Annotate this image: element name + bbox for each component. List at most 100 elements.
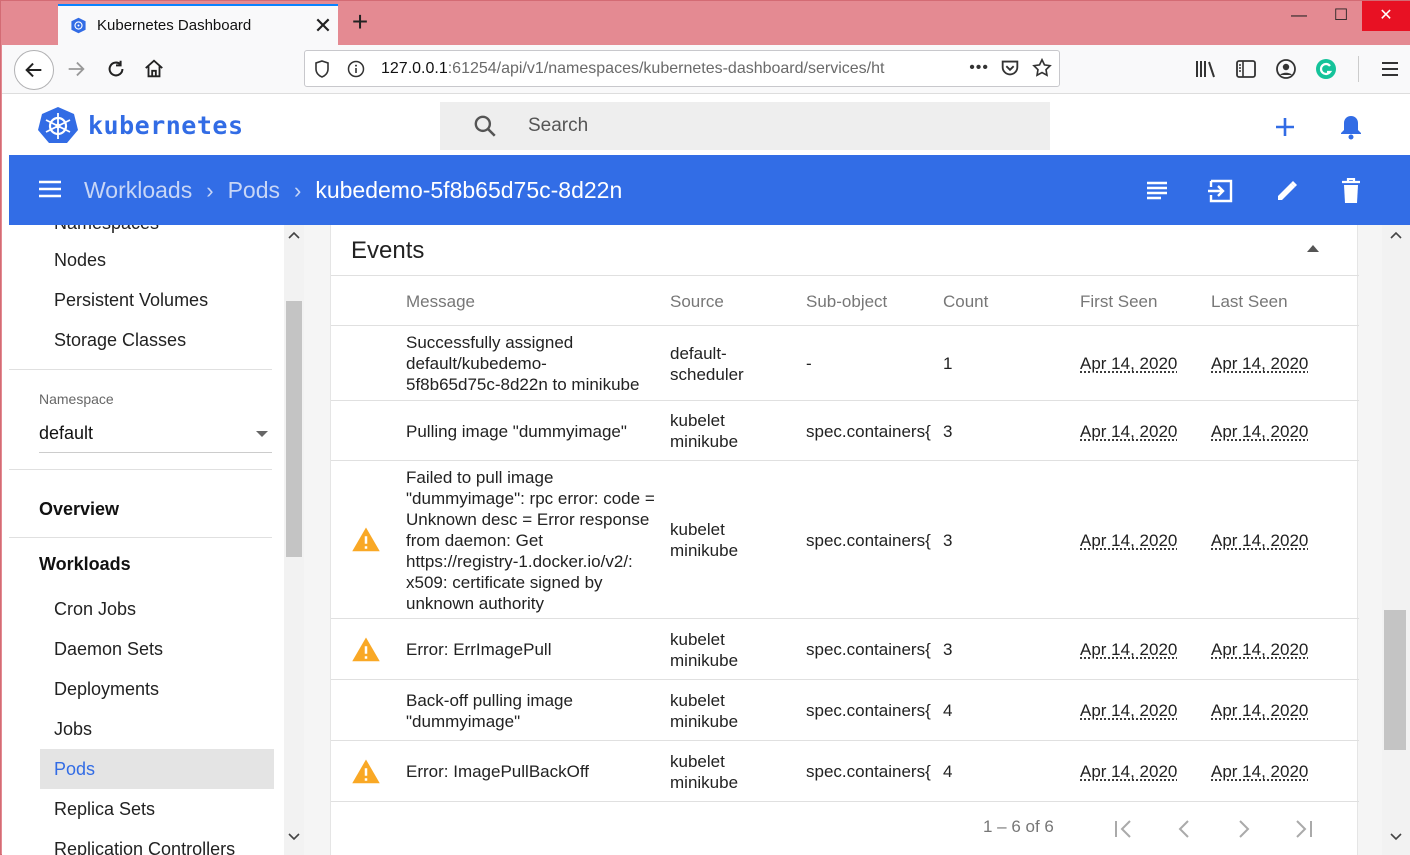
event-first-seen[interactable]: Apr 14, 2020	[1080, 421, 1177, 442]
notifications-button[interactable]	[1336, 112, 1366, 142]
event-last-seen[interactable]: Apr 14, 2020	[1211, 530, 1308, 551]
minimize-icon[interactable]: —	[1278, 1, 1320, 31]
search-box[interactable]	[440, 102, 1050, 150]
tab-close-icon[interactable]: ✕	[308, 14, 338, 37]
grammarly-icon[interactable]	[1306, 51, 1346, 87]
breadcrumb-workloads[interactable]: Workloads	[84, 177, 192, 204]
sidebar-item-replica-sets[interactable]: Replica Sets	[40, 789, 274, 829]
sidebar-item-nodes[interactable]: Nodes	[40, 240, 274, 280]
column-last-seen[interactable]: Last Seen	[1211, 292, 1288, 312]
scroll-up-icon[interactable]	[1388, 227, 1404, 243]
create-button[interactable]	[1270, 112, 1300, 142]
sidebar-scroll-thumb[interactable]	[286, 301, 302, 557]
warning-icon	[352, 759, 380, 783]
kubernetes-logo[interactable]: kubernetes	[38, 106, 244, 144]
event-source-line: minikube	[670, 541, 739, 560]
toolbar-separator	[1346, 51, 1370, 87]
sidebar-divider	[9, 369, 272, 370]
tracking-shield-icon[interactable]	[305, 59, 339, 78]
hamburger-menu-icon[interactable]	[1370, 51, 1410, 87]
first-page-icon[interactable]	[1110, 815, 1138, 843]
tab-title: Kubernetes Dashboard	[97, 17, 252, 34]
sidebar-item-overview[interactable]: Overview	[39, 499, 119, 520]
bookmark-star-icon[interactable]	[1031, 57, 1053, 79]
event-first-seen[interactable]: Apr 14, 2020	[1080, 353, 1177, 374]
event-message-line: Error: ErrImagePull	[406, 640, 552, 659]
last-page-icon[interactable]	[1289, 815, 1317, 843]
event-first-seen[interactable]: Apr 14, 2020	[1080, 530, 1177, 551]
previous-page-icon[interactable]	[1170, 815, 1198, 843]
url-text: 127.0.0.1:61254/api/v1/namespaces/kubern…	[381, 60, 921, 78]
next-page-icon[interactable]	[1230, 815, 1258, 843]
sidebar-item-replication-controllers[interactable]: Replication Controllers	[40, 829, 274, 855]
sidebar-item-storage-classes[interactable]: Storage Classes	[40, 320, 274, 360]
arrow-right-icon	[68, 61, 85, 77]
event-message-line: Successfully assigned	[406, 333, 574, 352]
event-sub-object: -	[806, 354, 812, 373]
table-row: Back-off pulling image "dummyimage" kubele…	[331, 680, 1359, 741]
search-input[interactable]	[528, 115, 1008, 137]
event-count: 1	[943, 354, 953, 373]
back-button[interactable]	[14, 50, 54, 90]
edit-button[interactable]	[1273, 177, 1301, 205]
event-last-seen[interactable]: Apr 14, 2020	[1211, 353, 1308, 374]
scroll-up-icon[interactable]	[286, 227, 302, 243]
event-count: 3	[943, 531, 953, 550]
event-source-line: kubelet	[670, 520, 725, 539]
window-close-icon[interactable]: ✕	[1362, 1, 1410, 31]
event-last-seen[interactable]: Apr 14, 2020	[1211, 761, 1308, 782]
event-last-seen[interactable]: Apr 14, 2020	[1211, 700, 1308, 721]
breadcrumb-pods[interactable]: Pods	[228, 177, 280, 204]
sidebar-divider	[9, 469, 272, 470]
site-info-icon[interactable]	[339, 60, 373, 78]
sidebar-scrollbar[interactable]	[284, 225, 304, 855]
library-icon[interactable]	[1186, 51, 1226, 87]
event-first-seen[interactable]: Apr 14, 2020	[1080, 700, 1177, 721]
sidebar-item-jobs[interactable]: Jobs	[40, 709, 274, 749]
namespace-select[interactable]: default	[39, 423, 272, 453]
sidebar-item-daemon-sets[interactable]: Daemon Sets	[40, 629, 274, 669]
page-title: kubedemo-5f8b65d75c-8d22n	[315, 177, 623, 203]
column-first-seen[interactable]: First Seen	[1080, 292, 1157, 312]
scroll-down-icon[interactable]	[1388, 829, 1404, 845]
event-source-line: default-	[670, 344, 727, 363]
sidebar-item-persistent-volumes[interactable]: Persistent Volumes	[40, 280, 274, 320]
event-first-seen[interactable]: Apr 14, 2020	[1080, 761, 1177, 782]
events-card: Events Message Source Sub-object Count F…	[330, 225, 1359, 855]
kubernetes-wheel-icon	[38, 107, 78, 143]
event-last-seen[interactable]: Apr 14, 2020	[1211, 421, 1308, 442]
forward-button[interactable]	[58, 51, 94, 87]
reload-button[interactable]	[98, 51, 134, 87]
pocket-icon[interactable]	[999, 57, 1021, 79]
address-bar[interactable]: 127.0.0.1:61254/api/v1/namespaces/kubern…	[304, 50, 1060, 87]
sidebar-item-deployments[interactable]: Deployments	[40, 669, 274, 709]
event-message-line: from daemon: Get	[406, 531, 544, 550]
event-last-seen[interactable]: Apr 14, 2020	[1211, 639, 1308, 660]
delete-button[interactable]	[1337, 177, 1365, 205]
main-scroll-thumb[interactable]	[1384, 610, 1406, 750]
event-message: Successfully assigned default/kubedemo- 5f…	[406, 332, 639, 395]
collapse-icon[interactable]	[1307, 245, 1319, 252]
home-button[interactable]	[136, 51, 172, 87]
page-actions-icon[interactable]: •••	[969, 59, 989, 77]
new-tab-button[interactable]: +	[344, 7, 376, 39]
event-message-line: Failed to pull image	[406, 468, 554, 487]
sidebar-toggle-icon[interactable]	[1226, 51, 1266, 87]
event-first-seen[interactable]: Apr 14, 2020	[1080, 639, 1177, 660]
scroll-down-icon[interactable]	[286, 829, 302, 845]
event-source: kubelet minikube	[670, 629, 738, 671]
event-message-line: Pulling image "dummyimage"	[406, 422, 627, 441]
exec-button[interactable]	[1207, 177, 1235, 205]
maximize-icon[interactable]: ☐	[1320, 1, 1362, 31]
event-source-line: scheduler	[670, 365, 744, 384]
nav-menu-icon[interactable]	[37, 178, 63, 205]
browser-tab[interactable]: Kubernetes Dashboard ✕	[58, 4, 338, 45]
account-icon[interactable]	[1266, 51, 1306, 87]
table-row: Failed to pull image "dummyimage": rpc er…	[331, 461, 1359, 619]
sidebar-item-cron-jobs[interactable]: Cron Jobs	[40, 589, 274, 629]
main-scrollbar[interactable]	[1382, 225, 1410, 855]
sidebar-item-pods[interactable]: Pods	[40, 749, 274, 789]
sidebar-item-workloads[interactable]: Workloads	[39, 554, 131, 575]
logs-button[interactable]	[1143, 177, 1171, 205]
plus-icon	[1276, 118, 1294, 136]
